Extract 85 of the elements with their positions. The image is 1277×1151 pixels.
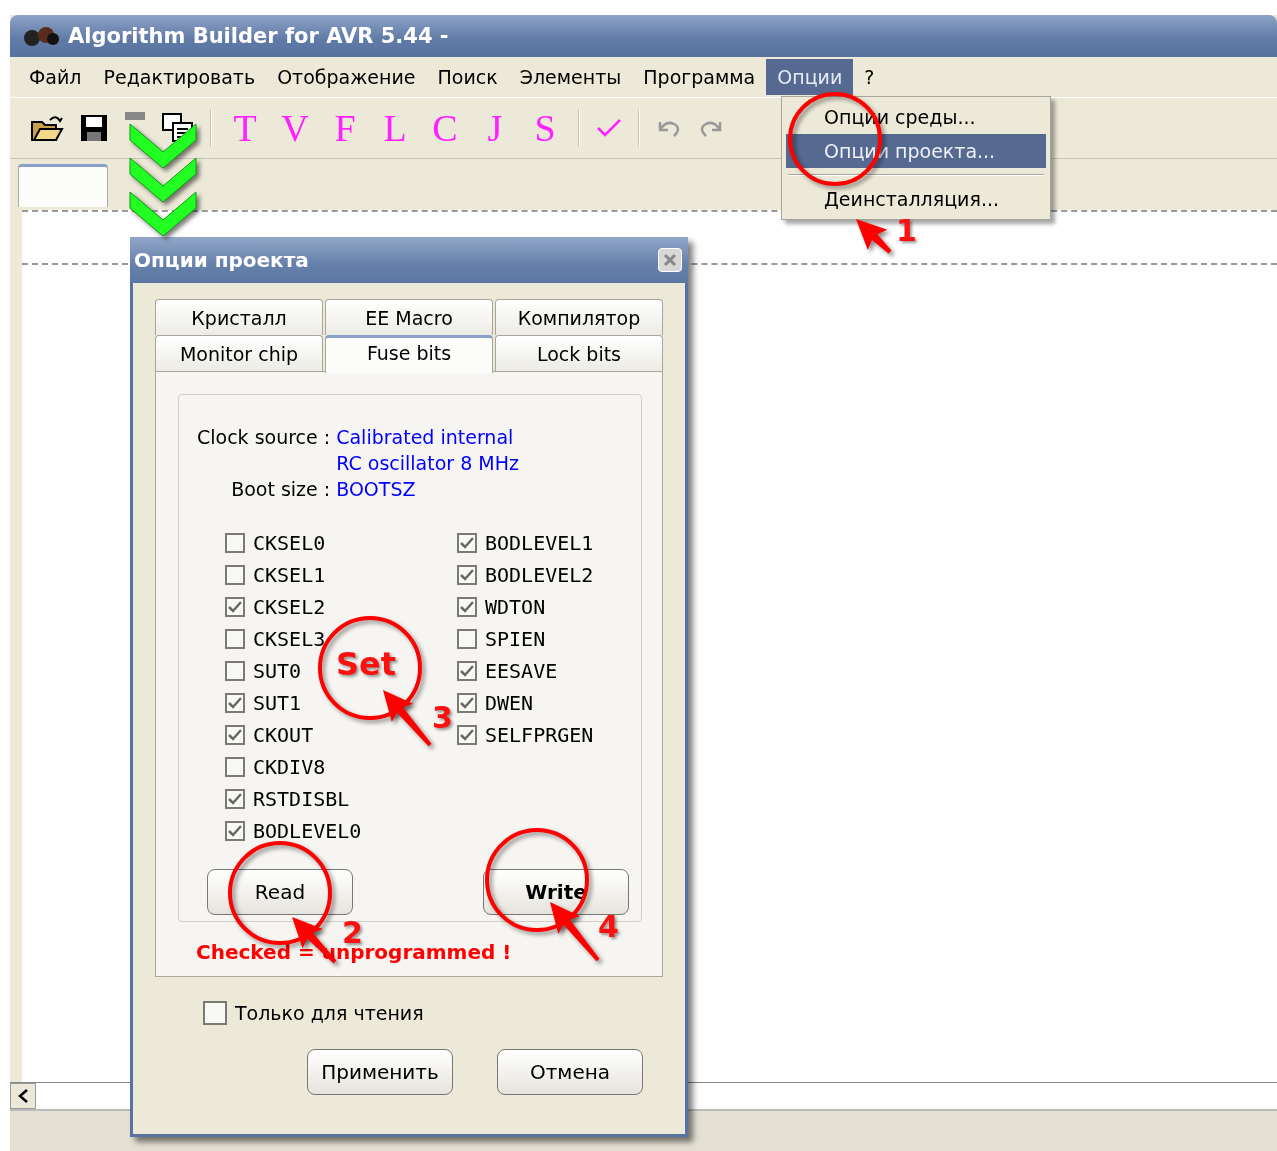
pointer-arrow	[855, 218, 893, 255]
menu-item[interactable]: Поиск	[426, 59, 509, 95]
checkbox[interactable]	[225, 565, 245, 585]
checkbox[interactable]	[225, 789, 245, 809]
tab[interactable]: Monitor chip	[155, 335, 323, 371]
fuse-label: BODLEVEL2	[485, 563, 594, 587]
checkbox[interactable]	[225, 629, 245, 649]
check-icon	[228, 601, 242, 613]
fuse-label: WDTON	[485, 595, 546, 619]
checkbox[interactable]	[457, 693, 477, 713]
save-icon[interactable]	[80, 114, 108, 142]
dialog-title: Опции проекта	[134, 248, 309, 272]
fuse-label: SELFPRGEN	[485, 723, 594, 747]
clock-source-label: Clock source :	[197, 425, 331, 449]
step-number: 3	[432, 703, 453, 733]
check-icon	[460, 537, 474, 549]
menu-item[interactable]: Программа	[632, 59, 767, 95]
checkbox[interactable]	[225, 821, 245, 841]
checkbox-label: Только для чтения	[235, 1002, 424, 1024]
close-button[interactable]	[658, 248, 682, 272]
fuse-label: CKSEL1	[253, 563, 326, 587]
fuse-label: SUT0	[253, 659, 302, 683]
fuse-label: CKOUT	[253, 723, 314, 747]
clock-source-value: Calibrated internal	[336, 425, 515, 449]
checkbox[interactable]	[225, 597, 245, 617]
fuse-label: SUT1	[253, 691, 302, 715]
tab[interactable]: Fuse bits	[325, 335, 493, 373]
checkbox[interactable]	[225, 725, 245, 745]
fuse-label: BODLEVEL1	[485, 531, 594, 555]
check-icon	[228, 793, 242, 805]
check-icon	[228, 825, 242, 837]
boot-size-value: BOOTSZ	[336, 477, 417, 501]
window-title: Algorithm Builder for AVR 5.44 -	[68, 24, 449, 48]
checkbox[interactable]	[457, 661, 477, 681]
check-icon	[228, 697, 242, 709]
check-icon[interactable]	[596, 118, 622, 138]
cancel-button[interactable]: Отмена	[497, 1049, 643, 1095]
checkbox[interactable]	[225, 693, 245, 713]
fuse-label: SPIEN	[485, 627, 546, 651]
check-icon	[228, 729, 242, 741]
tab[interactable]: EE Macro	[325, 299, 493, 335]
fuse-label: CKSEL3	[253, 627, 326, 651]
step-number: 4	[598, 912, 619, 942]
checkbox[interactable]	[225, 533, 245, 553]
open-folder-icon[interactable]	[30, 114, 64, 142]
pointer-arrow	[382, 689, 433, 748]
checkbox[interactable]	[225, 661, 245, 681]
pointer-arrow	[549, 901, 601, 963]
tab[interactable]: Lock bits	[495, 335, 663, 371]
menu-item[interactable]: Файл	[18, 59, 93, 95]
bugs-icon	[22, 25, 60, 47]
checkbox[interactable]	[457, 565, 477, 585]
checkbox[interactable]	[457, 629, 477, 649]
menu-item[interactable]: Деинсталляция...	[786, 182, 1046, 216]
tab[interactable]: Кристалл	[155, 299, 323, 335]
checkbox[interactable]	[457, 597, 477, 617]
menu-item[interactable]: Редактировать	[92, 59, 267, 95]
fuse-label: EESAVE	[485, 659, 558, 683]
fuse-label: RSTDISBL	[253, 787, 350, 811]
check-icon	[460, 601, 474, 613]
step-number: 1	[896, 216, 917, 246]
fuse-label: CKSEL2	[253, 595, 326, 619]
annotation-label: Set	[336, 648, 397, 680]
fuse-label: CKSEL0	[253, 531, 326, 555]
check-icon	[460, 569, 474, 581]
check-icon	[460, 729, 474, 741]
menu-item[interactable]: Отображение	[266, 59, 427, 95]
fuse-label: CKDIV8	[253, 755, 326, 779]
fuse-label: BODLEVEL0	[253, 819, 362, 843]
read-button[interactable]: Read	[207, 869, 353, 915]
checkbox[interactable]	[225, 757, 245, 777]
menu-item[interactable]: Опции	[766, 59, 854, 95]
check-icon	[460, 665, 474, 677]
fuse-label: DWEN	[485, 691, 534, 715]
apply-button[interactable]: Применить	[307, 1049, 453, 1095]
tab[interactable]: Компилятор	[495, 299, 663, 335]
check-icon	[460, 697, 474, 709]
checkbox[interactable]	[203, 1001, 227, 1025]
boot-size-label: Boot size :	[230, 477, 331, 501]
checkbox[interactable]	[457, 725, 477, 745]
checkbox[interactable]	[457, 533, 477, 553]
menu-item[interactable]: Элементы	[508, 59, 633, 95]
menu-item[interactable]: ?	[853, 59, 886, 95]
clock-source-value: RC oscillator 8 MHz	[336, 451, 519, 475]
document-tab[interactable]	[18, 164, 108, 207]
